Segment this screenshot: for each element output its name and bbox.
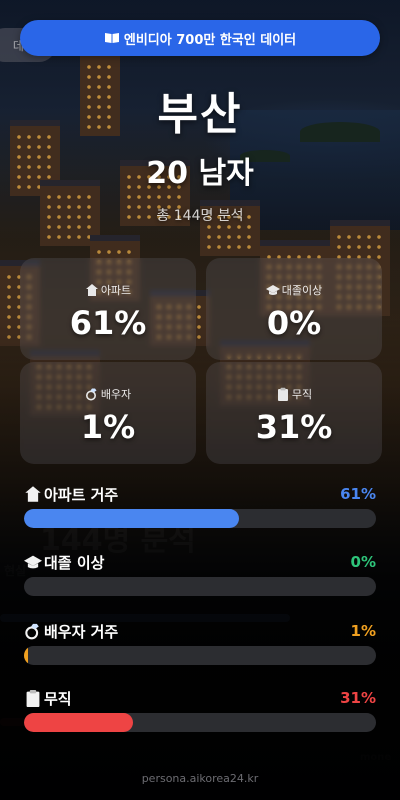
footer-link[interactable]: persona.aikorea24.kr [0, 772, 400, 785]
stat-card-college: 대졸이상 0% [206, 258, 382, 360]
stat-card-value: 31% [255, 408, 333, 446]
stat-card-unemployed: 무직 31% [206, 362, 382, 464]
stat-card-value: 0% [266, 304, 322, 342]
house-icon [25, 486, 41, 502]
banner-button[interactable]: 엔비디아 700만 한국인 데이터 [20, 20, 380, 56]
bar-label: 배우자 거주 [44, 622, 119, 641]
bar-value: 31% [340, 689, 376, 707]
progress-track [24, 577, 376, 596]
banner-text: 엔비디아 700만 한국인 데이터 [123, 32, 297, 48]
clipboard-icon [277, 387, 288, 401]
stat-bar-spouse: 배우자 거주 1% [24, 619, 376, 665]
stat-bar-apartment: 아파트 거주 61% [24, 482, 376, 528]
progress-track [24, 713, 376, 732]
book-icon [104, 33, 119, 43]
progress-fill [24, 509, 239, 528]
bar-value: 0% [350, 553, 376, 571]
sample-count: 총 144명 분석 [156, 208, 244, 224]
ring-icon [25, 623, 39, 640]
stat-card-value: 1% [80, 408, 136, 446]
house-icon [85, 284, 98, 296]
bar-value: 1% [350, 622, 376, 640]
stat-card-label: 아파트 [100, 284, 132, 297]
graduation-cap-icon [265, 285, 280, 295]
clipboard-icon [26, 690, 40, 707]
stat-bar-college: 대졸 이상 0% [24, 550, 376, 596]
bar-label: 아파트 거주 [44, 485, 119, 504]
stat-card-apartment: 아파트 61% [20, 258, 196, 360]
bar-value: 61% [340, 485, 376, 503]
progress-fill [24, 713, 133, 732]
graduation-cap-icon [24, 555, 42, 569]
bar-label: 무직 [44, 689, 72, 708]
stat-card-value: 61% [69, 304, 147, 342]
stat-bar-unemployed: 무직 31% [24, 686, 376, 732]
stat-card-spouse: 배우자 1% [20, 362, 196, 464]
stat-card-label: 대졸이상 [281, 284, 323, 297]
ring-icon [85, 388, 97, 401]
progress-track [24, 509, 376, 528]
city-title: 부산 [157, 89, 243, 140]
progress-fill [24, 646, 28, 665]
stat-card-label: 배우자 [100, 388, 132, 401]
demographic-title: 20 남자 [146, 156, 254, 191]
bar-label: 대졸 이상 [44, 553, 105, 572]
stat-card-label: 무직 [291, 388, 313, 401]
progress-track [24, 646, 376, 665]
